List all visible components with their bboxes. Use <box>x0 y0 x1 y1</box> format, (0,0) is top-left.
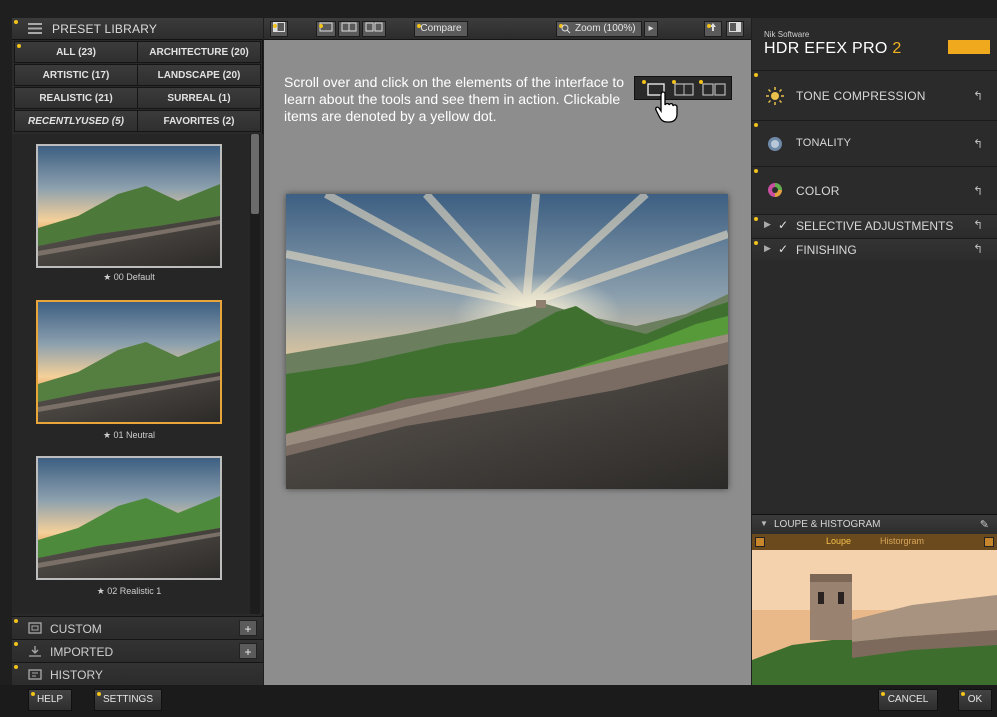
thumbnail-image <box>38 146 220 266</box>
custom-folder-icon <box>28 622 42 634</box>
reset-icon[interactable]: ↰ <box>973 184 983 198</box>
color-label: COLOR <box>796 184 840 198</box>
zoom-button[interactable]: Zoom (100%) <box>556 21 642 37</box>
collapse-arrow-icon[interactable]: ▼ <box>760 519 768 528</box>
preset-thumbnail-neutral[interactable] <box>36 300 222 424</box>
finishing-label: FINISHING <box>796 243 857 257</box>
tonality-section[interactable]: TONALITY ↰ <box>752 120 997 167</box>
loupe-left-handle[interactable] <box>755 537 765 547</box>
tonality-label: TONALITY <box>796 137 852 149</box>
loupe-tabs: Loupe Historgram <box>752 534 997 550</box>
finishing-checkbox[interactable]: ✓ <box>778 242 788 256</box>
reset-icon[interactable]: ↰ <box>973 242 983 256</box>
tone-compression-label: TONE COMPRESSION <box>796 89 926 103</box>
preview-toolbar: Compare Zoom (100%) ▸ <box>264 18 751 40</box>
reset-icon[interactable]: ↰ <box>973 218 983 232</box>
bottom-bar: HELP SETTINGS CANCEL OK <box>0 685 997 717</box>
preview-area: Compare Zoom (100%) ▸ Scroll over and cl… <box>264 18 751 685</box>
zoom-dropdown-arrow[interactable]: ▸ <box>644 21 658 37</box>
nik-logo <box>948 40 990 54</box>
category-recently-used[interactable]: RECENTLYUSED (5) <box>14 110 138 132</box>
pin-icon[interactable]: ✎ <box>980 518 989 531</box>
history-icon <box>28 669 42 680</box>
adjustment-panel: Nik Software HDR EFEX PRO 2 TONE COMPRES… <box>752 18 997 685</box>
custom-label: CUSTOM <box>50 622 102 636</box>
add-imported-button[interactable]: + <box>239 643 257 659</box>
category-architecture[interactable]: ARCHITECTURE (20) <box>137 41 261 63</box>
category-surreal[interactable]: SURREAL (1) <box>137 87 261 109</box>
category-landscape[interactable]: LANDSCAPE (20) <box>137 64 261 86</box>
preset-library-panel: PRESET LIBRARY ALL (23) ARCHITECTURE (20… <box>12 18 263 686</box>
brand-header: Nik Software HDR EFEX PRO 2 <box>752 18 997 68</box>
brand-company: Nik Software <box>764 30 810 39</box>
split-view-icon[interactable] <box>338 21 360 37</box>
category-favorites[interactable]: FAVORITES (2) <box>137 110 261 132</box>
tab-histogram[interactable]: Historgram <box>880 536 924 546</box>
reset-icon[interactable]: ↰ <box>973 89 983 103</box>
preset-list-icon <box>28 23 42 34</box>
selective-adjustments-label: SELECTIVE ADJUSTMENTS <box>796 219 954 233</box>
imported-label: IMPORTED <box>50 645 114 659</box>
loupe-image <box>752 550 997 685</box>
loupe-histogram-header[interactable]: ▼ LOUPE & HISTOGRAM ✎ <box>752 514 997 534</box>
hand-cursor-icon <box>655 91 678 123</box>
expand-arrow-icon[interactable]: ▶ <box>764 219 771 230</box>
tonality-icon <box>768 137 782 151</box>
preset-caption: ★ 01 Neutral <box>102 430 156 440</box>
preset-library-title: PRESET LIBRARY <box>52 22 158 36</box>
history-label: HISTORY <box>50 668 103 682</box>
category-realistic[interactable]: REALISTIC (21) <box>14 87 138 109</box>
settings-button[interactable]: SETTINGS <box>94 689 162 711</box>
category-artistic[interactable]: ARTISTIC (17) <box>14 64 138 86</box>
single-view-icon[interactable] <box>316 21 336 37</box>
color-wheel-icon <box>768 183 782 197</box>
help-button[interactable]: HELP <box>28 689 72 711</box>
add-custom-button[interactable]: + <box>239 620 257 636</box>
preset-scrollbar[interactable] <box>250 134 260 614</box>
brand-product: HDR EFEX PRO 2 <box>764 40 902 57</box>
loupe-histogram-label: LOUPE & HISTOGRAM <box>774 519 881 530</box>
loupe-zoom-photo <box>752 550 997 685</box>
cancel-button[interactable]: CANCEL <box>878 689 938 711</box>
hide-panel-icon[interactable] <box>270 21 288 37</box>
sun-icon <box>766 87 784 105</box>
ok-button[interactable]: OK <box>958 689 992 711</box>
great-wall-photo <box>286 194 728 489</box>
selective-adjustments-section[interactable]: ▶ ✓ SELECTIVE ADJUSTMENTS ↰ <box>752 214 997 237</box>
reset-icon[interactable]: ↰ <box>973 137 983 151</box>
category-all[interactable]: ALL (23) <box>14 41 138 63</box>
loupe-right-handle[interactable] <box>984 537 994 547</box>
color-section[interactable]: COLOR ↰ <box>752 166 997 215</box>
compare-button[interactable]: Compare <box>414 21 468 37</box>
thumbnail-image <box>38 302 220 422</box>
preset-caption: ★ 02 Realistic 1 <box>96 586 162 596</box>
intro-instructions: Scroll over and click on the elements of… <box>284 74 625 124</box>
preset-caption: ★ 00 Default <box>103 272 155 282</box>
preset-library-header[interactable]: PRESET LIBRARY <box>12 18 263 40</box>
tone-compression-section[interactable]: TONE COMPRESSION ↰ <box>752 70 997 121</box>
preset-thumbnail-realistic[interactable] <box>36 456 222 580</box>
thumbnail-image <box>38 458 220 578</box>
background-toggle-icon[interactable] <box>704 21 722 37</box>
expand-arrow-icon[interactable]: ▶ <box>764 243 771 254</box>
preview-image[interactable] <box>286 194 728 489</box>
history-section[interactable]: HISTORY <box>12 662 263 686</box>
right-panel-toggle-icon[interactable] <box>726 21 744 37</box>
preset-thumbnail-list[interactable]: ★ 00 Default ★ 01 Neutral ★ 02 Realistic… <box>12 134 263 614</box>
zoom-label: Zoom (100%) <box>575 23 636 34</box>
magnifier-icon <box>561 24 571 34</box>
preset-thumbnail-default[interactable] <box>36 144 222 268</box>
import-icon <box>29 646 41 657</box>
imported-section[interactable]: IMPORTED + <box>12 639 263 663</box>
tab-loupe[interactable]: Loupe <box>826 536 851 546</box>
scrollbar-thumb[interactable] <box>251 134 259 214</box>
side-by-side-view-icon[interactable] <box>362 21 386 37</box>
view-mode-demo-buttons[interactable] <box>634 76 732 100</box>
selective-adjustments-checkbox[interactable]: ✓ <box>778 218 788 232</box>
custom-section[interactable]: CUSTOM + <box>12 616 263 640</box>
view-mode-icons <box>642 80 726 96</box>
finishing-section[interactable]: ▶ ✓ FINISHING ↰ <box>752 238 997 261</box>
